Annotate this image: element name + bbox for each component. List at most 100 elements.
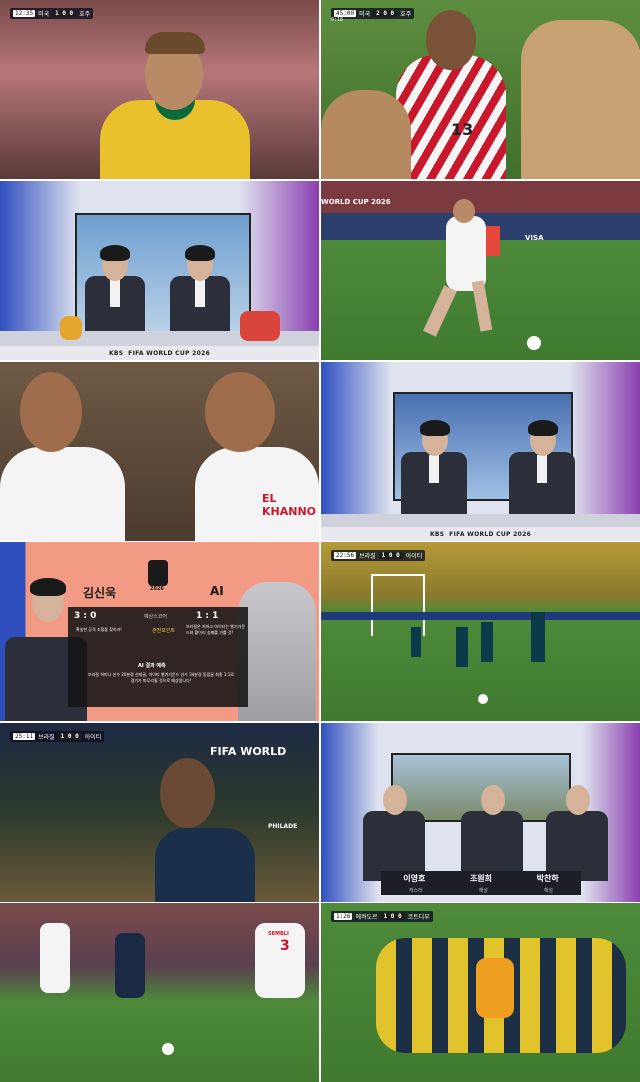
away-team: 호주	[79, 11, 91, 18]
teammate-left	[321, 90, 411, 179]
tile-11: 3 SEMBLI	[0, 903, 319, 1082]
score-bug: 25:11 브라질 1 0 0 아이티	[10, 731, 105, 742]
point-label: 관전포인트	[152, 628, 176, 634]
player-4	[531, 612, 545, 662]
player-2	[456, 627, 468, 667]
host-right-hair	[185, 245, 215, 261]
tile-3: KBS FIFA WORLD CUP 2026	[0, 181, 319, 360]
name-1: 이영호	[403, 873, 426, 883]
ball	[162, 1043, 174, 1055]
score: 1 0 0	[57, 733, 82, 740]
prediction-panel: 3 : 0 예상스코어 1 : 1 관전포인트 확실한 공격 조합을 찾아라! …	[68, 607, 248, 707]
score-bug: 45:00 미국 2 0 0 호주	[331, 8, 415, 19]
match-time: 1:26	[334, 913, 353, 920]
tile-12: 1:26 에콰도르 1 0 0 코트디부	[321, 903, 640, 1082]
logo-year: 2026	[150, 586, 164, 592]
tile-2: 13 45:00 미국 2 0 0 호주 0:18	[321, 0, 640, 179]
host-left-hair	[100, 245, 130, 261]
right-pundit-name: AI	[210, 584, 224, 598]
score-bug: 12:35 미국 1 0 0 호주	[10, 8, 94, 19]
score: 1 0 0	[52, 10, 77, 17]
broadcaster-label: KBS	[108, 349, 124, 357]
player-right-head	[205, 372, 275, 452]
player-head	[453, 199, 475, 223]
ball	[478, 694, 488, 704]
tile-1: 12:35 미국 1 0 0 호주	[0, 0, 319, 179]
broadcaster-label: KBS	[429, 530, 445, 538]
navy-jersey	[155, 828, 255, 902]
ai-text: 브라질 허피나 선수 20분경 선제골, 아이티 벨기가운드 선수 34분경 동…	[88, 672, 234, 683]
score: 2 0 0	[373, 10, 398, 17]
match-time: 12:35	[13, 10, 36, 17]
stadium-banner: FIFA WORLD	[210, 745, 287, 758]
ai-title: AI 결과 예측	[138, 663, 166, 669]
jersey-number: 3	[280, 938, 290, 954]
mascot-toys	[240, 311, 280, 341]
host-right-shirt	[537, 455, 547, 483]
host-left-shirt	[429, 455, 439, 483]
score-label: 예상스코어	[144, 614, 168, 620]
home-team: 브라질	[359, 553, 376, 560]
white-jersey-left	[0, 447, 125, 541]
tile-9: FIFA WORLD PHILADE 25:11 브라질 1 0 0 아이티	[0, 723, 319, 902]
score: 1 0 0	[380, 913, 405, 920]
home-team: 브라질	[38, 734, 55, 741]
pundit-left-hair	[30, 578, 66, 596]
left-predicted-score: 3 : 0	[74, 611, 97, 621]
commentator-1-head	[383, 785, 407, 815]
away-team: 호주	[400, 11, 412, 18]
host-right-hair	[528, 420, 558, 436]
jersey-number: 13	[451, 120, 474, 139]
tile-6: KBS FIFA WORLD CUP 2026	[321, 362, 640, 541]
score: 1 0 0	[378, 552, 403, 559]
name-3: 박찬하	[536, 873, 559, 883]
commentator-3-head	[566, 785, 590, 815]
commentator-2-head	[481, 785, 505, 815]
host-left-hair	[420, 420, 450, 436]
extra-time: 0:18	[331, 17, 344, 23]
away-team: 아이티	[405, 553, 423, 560]
home-team: 미국	[38, 11, 50, 18]
right-predicted-score: 1 : 1	[196, 611, 219, 621]
score-bug: 22:56 브라질 1 0 0 아이티	[331, 550, 426, 561]
name-strip: 이영호 조원희 박찬하 캐스터 해설 해설	[381, 871, 581, 895]
tile-7: 2026 김신욱 AI 3 : 0 예상스코어 1 : 1 관전포인트 확실한 …	[0, 542, 319, 721]
player-left-head	[20, 372, 82, 452]
world-cup-logo	[148, 560, 168, 586]
match-time: 25:11	[13, 733, 36, 740]
navy-player	[115, 933, 145, 998]
stadium-banner: WORLD CUP 2026	[321, 198, 391, 206]
tile-10: 이영호 조원희 박찬하 캐스터 해설 해설	[321, 723, 640, 902]
player-head	[160, 758, 215, 828]
match-time: 45:00	[334, 10, 357, 17]
away-team: 아이티	[84, 734, 102, 741]
left-pundit-name: 김신욱	[83, 586, 117, 600]
stadium-sub-banner: PHILADE	[268, 823, 298, 830]
ball	[527, 336, 541, 350]
tile-5: EL KHANNO	[0, 362, 319, 541]
tile-4: WORLD CUP 2026 VISA	[321, 181, 640, 360]
role-3: 해설	[543, 887, 554, 894]
tournament-label: FIFA WORLD CUP 2026	[449, 530, 532, 538]
tournament-label: FIFA WORLD CUP 2026	[128, 349, 211, 357]
referee	[486, 226, 500, 256]
red-white-jersey	[396, 55, 506, 179]
white-player-left	[40, 923, 70, 993]
host-left-shirt	[110, 279, 120, 307]
score-bug: 1:26 에콰도르 1 0 0 코트디부	[331, 911, 433, 922]
ai-robot	[238, 582, 316, 721]
host-right-shirt	[195, 279, 205, 307]
tile-8: 22:56 브라질 1 0 0 아이티	[321, 542, 640, 721]
role-1: 캐스터	[408, 887, 423, 894]
goalkeeper	[476, 958, 514, 1018]
home-team: 미국	[359, 11, 371, 18]
lower-bar: KBS FIFA WORLD CUP 2026	[0, 346, 319, 360]
player-head	[426, 10, 476, 70]
player-3	[481, 622, 493, 662]
mascot-toy	[60, 316, 82, 340]
home-team: 에콰도르	[355, 914, 378, 921]
desk	[321, 514, 640, 528]
ad-boards	[321, 612, 640, 620]
lower-bar: KBS FIFA WORLD CUP 2026	[321, 527, 640, 541]
player-1	[411, 627, 421, 657]
